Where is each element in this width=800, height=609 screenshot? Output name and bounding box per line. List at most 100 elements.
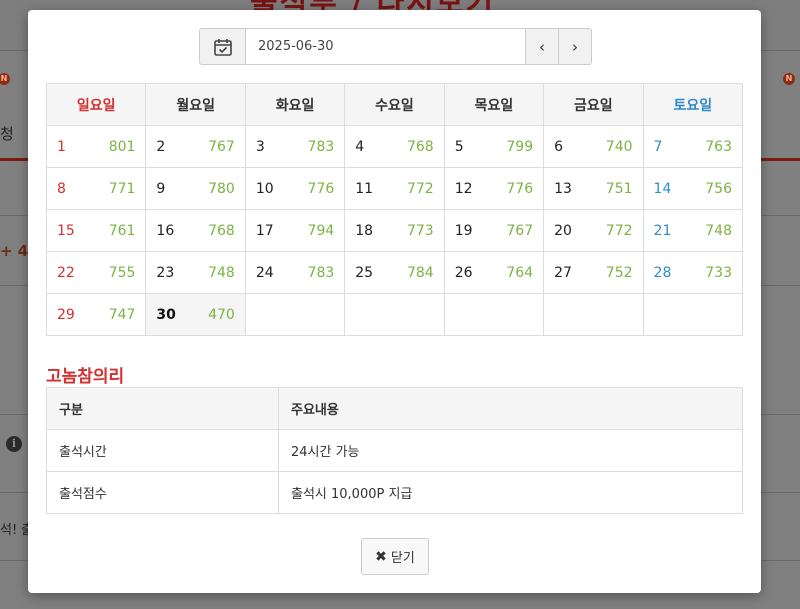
attendance-count: 756 — [705, 180, 732, 197]
day-number: 10 — [255, 180, 274, 197]
info-header-row: 구분 주요내용 — [46, 387, 743, 430]
calendar-day-content: 2 767 — [156, 139, 234, 155]
day-number: 3 — [255, 138, 265, 155]
calendar-button[interactable] — [200, 29, 246, 64]
new-badge-right: N — [783, 73, 795, 85]
calendar-day-cell: 30 470 — [145, 293, 246, 336]
calendar-day-content: 17 794 — [256, 223, 334, 239]
day-number: 27 — [554, 264, 572, 281]
day-number: 25 — [355, 264, 374, 281]
calendar-empty-cell — [344, 293, 445, 336]
calendar-day-content: 1 801 — [57, 139, 135, 155]
attendance-count: 772 — [406, 180, 434, 197]
attendance-count: 761 — [108, 222, 136, 239]
info-cell-value: 24시간 가능 — [278, 429, 743, 472]
calendar-day-content: 10 776 — [256, 181, 334, 197]
day-number: 13 — [554, 180, 572, 197]
calendar-day-cell: 26 764 — [443, 251, 545, 294]
weekday-sunday: 일요일 — [45, 83, 147, 126]
calendar-day-content: 9 780 — [156, 181, 234, 197]
attendance-count: 740 — [605, 138, 633, 155]
info-header-category: 구분 — [46, 387, 279, 430]
calendar-day-cell: 23 748 — [145, 251, 246, 294]
calendar-empty-cell — [642, 293, 744, 336]
weekday-friday: 금요일 — [543, 83, 644, 126]
day-number: 21 — [653, 222, 672, 239]
day-number: 7 — [653, 138, 663, 155]
attendance-count: 763 — [705, 138, 732, 155]
day-number: 19 — [454, 222, 473, 239]
date-picker: ‹ › — [199, 28, 592, 65]
calendar-week-row: 8 771 9 780 10 776 11 772 12 776 13 751 14 756 — [45, 167, 744, 210]
attendance-count: 783 — [307, 264, 335, 281]
section-title: 고놈참의리 — [46, 367, 125, 387]
background-tab-underline-right — [761, 158, 800, 161]
close-button-label: 닫기 — [390, 551, 415, 566]
weekday-saturday: 토요일 — [642, 83, 744, 126]
calendar-day-cell: 8 771 — [45, 167, 147, 210]
day-number: 18 — [355, 222, 374, 239]
calendar-day-content: 20 772 — [554, 223, 632, 239]
attendance-count: 751 — [605, 180, 633, 197]
calendar-week-row: 22 755 23 748 24 783 25 784 26 764 27 752 28 733 — [45, 251, 744, 294]
calendar-day-content: 7 763 — [654, 139, 732, 155]
day-number: 6 — [554, 138, 564, 155]
attendance-count: 773 — [406, 222, 434, 239]
calendar-week-row: 29 747 30 470 — [45, 293, 744, 336]
attendance-count: 733 — [705, 264, 732, 281]
calendar-empty-cell — [244, 293, 346, 336]
weekday-tuesday: 화요일 — [244, 83, 346, 126]
day-number: 11 — [355, 180, 374, 197]
calendar-day-cell: 7 763 — [642, 125, 744, 168]
day-number: 9 — [156, 180, 166, 197]
calendar-week-row: 1 801 2 767 3 783 4 768 5 799 6 740 7 763 — [45, 125, 744, 168]
attendance-info-table: 구분 주요내용 출석시간 24시간 가능 출석점수 출석시 10,000P 지급 — [46, 387, 743, 514]
calendar-day-content: 12 776 — [455, 181, 533, 197]
info-cell-label: 출석시간 — [46, 429, 279, 472]
calendar-day-cell: 12 776 — [443, 167, 545, 210]
calendar-day-content: 21 748 — [654, 223, 732, 239]
calendar-empty-cell — [543, 293, 644, 336]
close-button[interactable]: ✖ 닫기 — [361, 538, 429, 575]
calendar-day-content: 22 755 — [57, 265, 135, 281]
attendance-modal: ‹ › 일요일 월요일 화요일 수요일 목요일 금요일 토요일 18012767… — [28, 10, 761, 593]
calendar-day-cell: 25 784 — [344, 251, 445, 294]
day-number: 5 — [454, 138, 464, 155]
calendar-empty-cell — [443, 293, 545, 336]
date-input[interactable] — [246, 29, 525, 64]
day-number: 20 — [554, 222, 572, 239]
calendar-day-cell: 9 780 — [145, 167, 246, 210]
prev-date-button[interactable]: ‹ — [525, 29, 558, 64]
chevron-right-icon: › — [572, 37, 578, 56]
calendar-day-content: 11 772 — [355, 181, 433, 197]
calendar-day-cell: 19 767 — [443, 209, 545, 252]
day-number: 16 — [156, 222, 175, 239]
info-cell-value: 출석시 10,000P 지급 — [278, 471, 743, 514]
calendar-day-cell: 22 755 — [45, 251, 147, 294]
background-tab-text: 청 — [0, 125, 14, 143]
calendar-day-cell: 1 801 — [45, 125, 147, 168]
attendance-count: 772 — [605, 222, 633, 239]
calendar-day-content: 14 756 — [654, 181, 732, 197]
calendar-day-cell: 29 747 — [45, 293, 147, 336]
calendar-day-content: 3 783 — [256, 139, 334, 155]
calendar-day-content: 26 764 — [455, 265, 533, 281]
attendance-count: 768 — [208, 222, 235, 239]
calendar-day-cell: 10 776 — [244, 167, 346, 210]
day-number: 2 — [156, 138, 166, 155]
calendar-day-cell: 6 740 — [543, 125, 644, 168]
attendance-count: 470 — [208, 306, 235, 323]
attendance-count: 783 — [307, 138, 335, 155]
calendar-day-cell: 5 799 — [443, 125, 545, 168]
attendance-calendar: 일요일 월요일 화요일 수요일 목요일 금요일 토요일 1 801 2 767 3 783… — [45, 83, 744, 336]
attendance-count: 747 — [108, 306, 136, 323]
attendance-count: 780 — [208, 180, 235, 197]
calendar-day-cell: 4 768 — [344, 125, 445, 168]
calendar-day-content: 29 747 — [57, 307, 135, 323]
attendance-count: 801 — [108, 138, 136, 155]
next-date-button[interactable]: › — [558, 29, 591, 64]
day-number: 22 — [57, 264, 75, 281]
calendar-day-content: 19 767 — [455, 223, 533, 239]
attendance-count: 771 — [108, 180, 136, 197]
calendar-day-cell: 14 756 — [642, 167, 744, 210]
